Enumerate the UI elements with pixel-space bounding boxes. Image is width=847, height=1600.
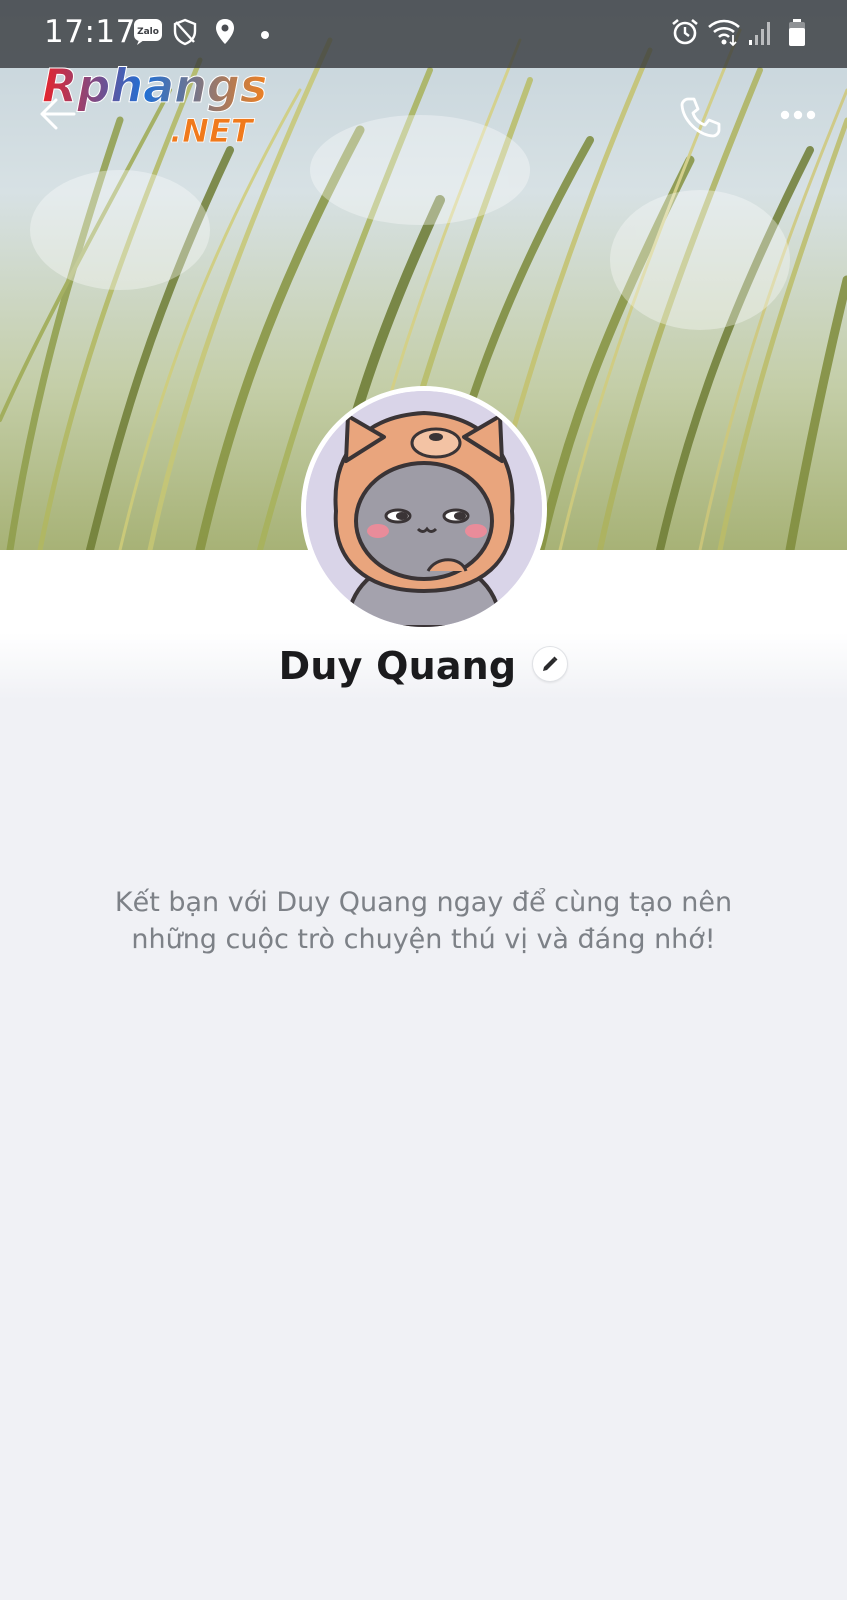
avatar-image [306, 391, 542, 627]
dot-icon [260, 27, 270, 45]
status-time: 17:17 [44, 14, 136, 50]
alarm-icon [670, 17, 700, 52]
phone-icon [680, 97, 721, 138]
more-button[interactable] [780, 108, 816, 126]
watermark-line2: .NET [170, 112, 255, 150]
arrow-left-icon [40, 98, 76, 130]
watermark-logo: Rphangs .NET [42, 54, 302, 154]
back-button[interactable] [38, 96, 78, 137]
call-button[interactable] [678, 95, 722, 144]
wifi-icon [707, 17, 741, 52]
svg-text:Zalo: Zalo [137, 27, 159, 37]
avatar[interactable] [301, 386, 547, 632]
shield-icon [172, 18, 198, 51]
profile-name: Duy Quang [278, 644, 517, 688]
add-friend-message-line2: những cuộc trò chuyện thú vị và đáng nhớ… [131, 924, 716, 955]
pencil-icon [543, 656, 558, 671]
add-friend-message: Kết bạn với Duy Quang ngay để cùng tạo n… [60, 884, 787, 958]
zalo-icon: Zalo [133, 18, 163, 51]
signal-icon [748, 20, 772, 51]
battery-icon [787, 18, 807, 53]
location-icon [214, 18, 236, 51]
more-horizontal-icon [780, 110, 816, 120]
add-friend-message-line1: Kết bạn với Duy Quang ngay để cùng tạo n… [114, 887, 733, 918]
edit-name-button[interactable] [532, 646, 569, 682]
profile-name-row: Duy Quang [0, 644, 847, 704]
